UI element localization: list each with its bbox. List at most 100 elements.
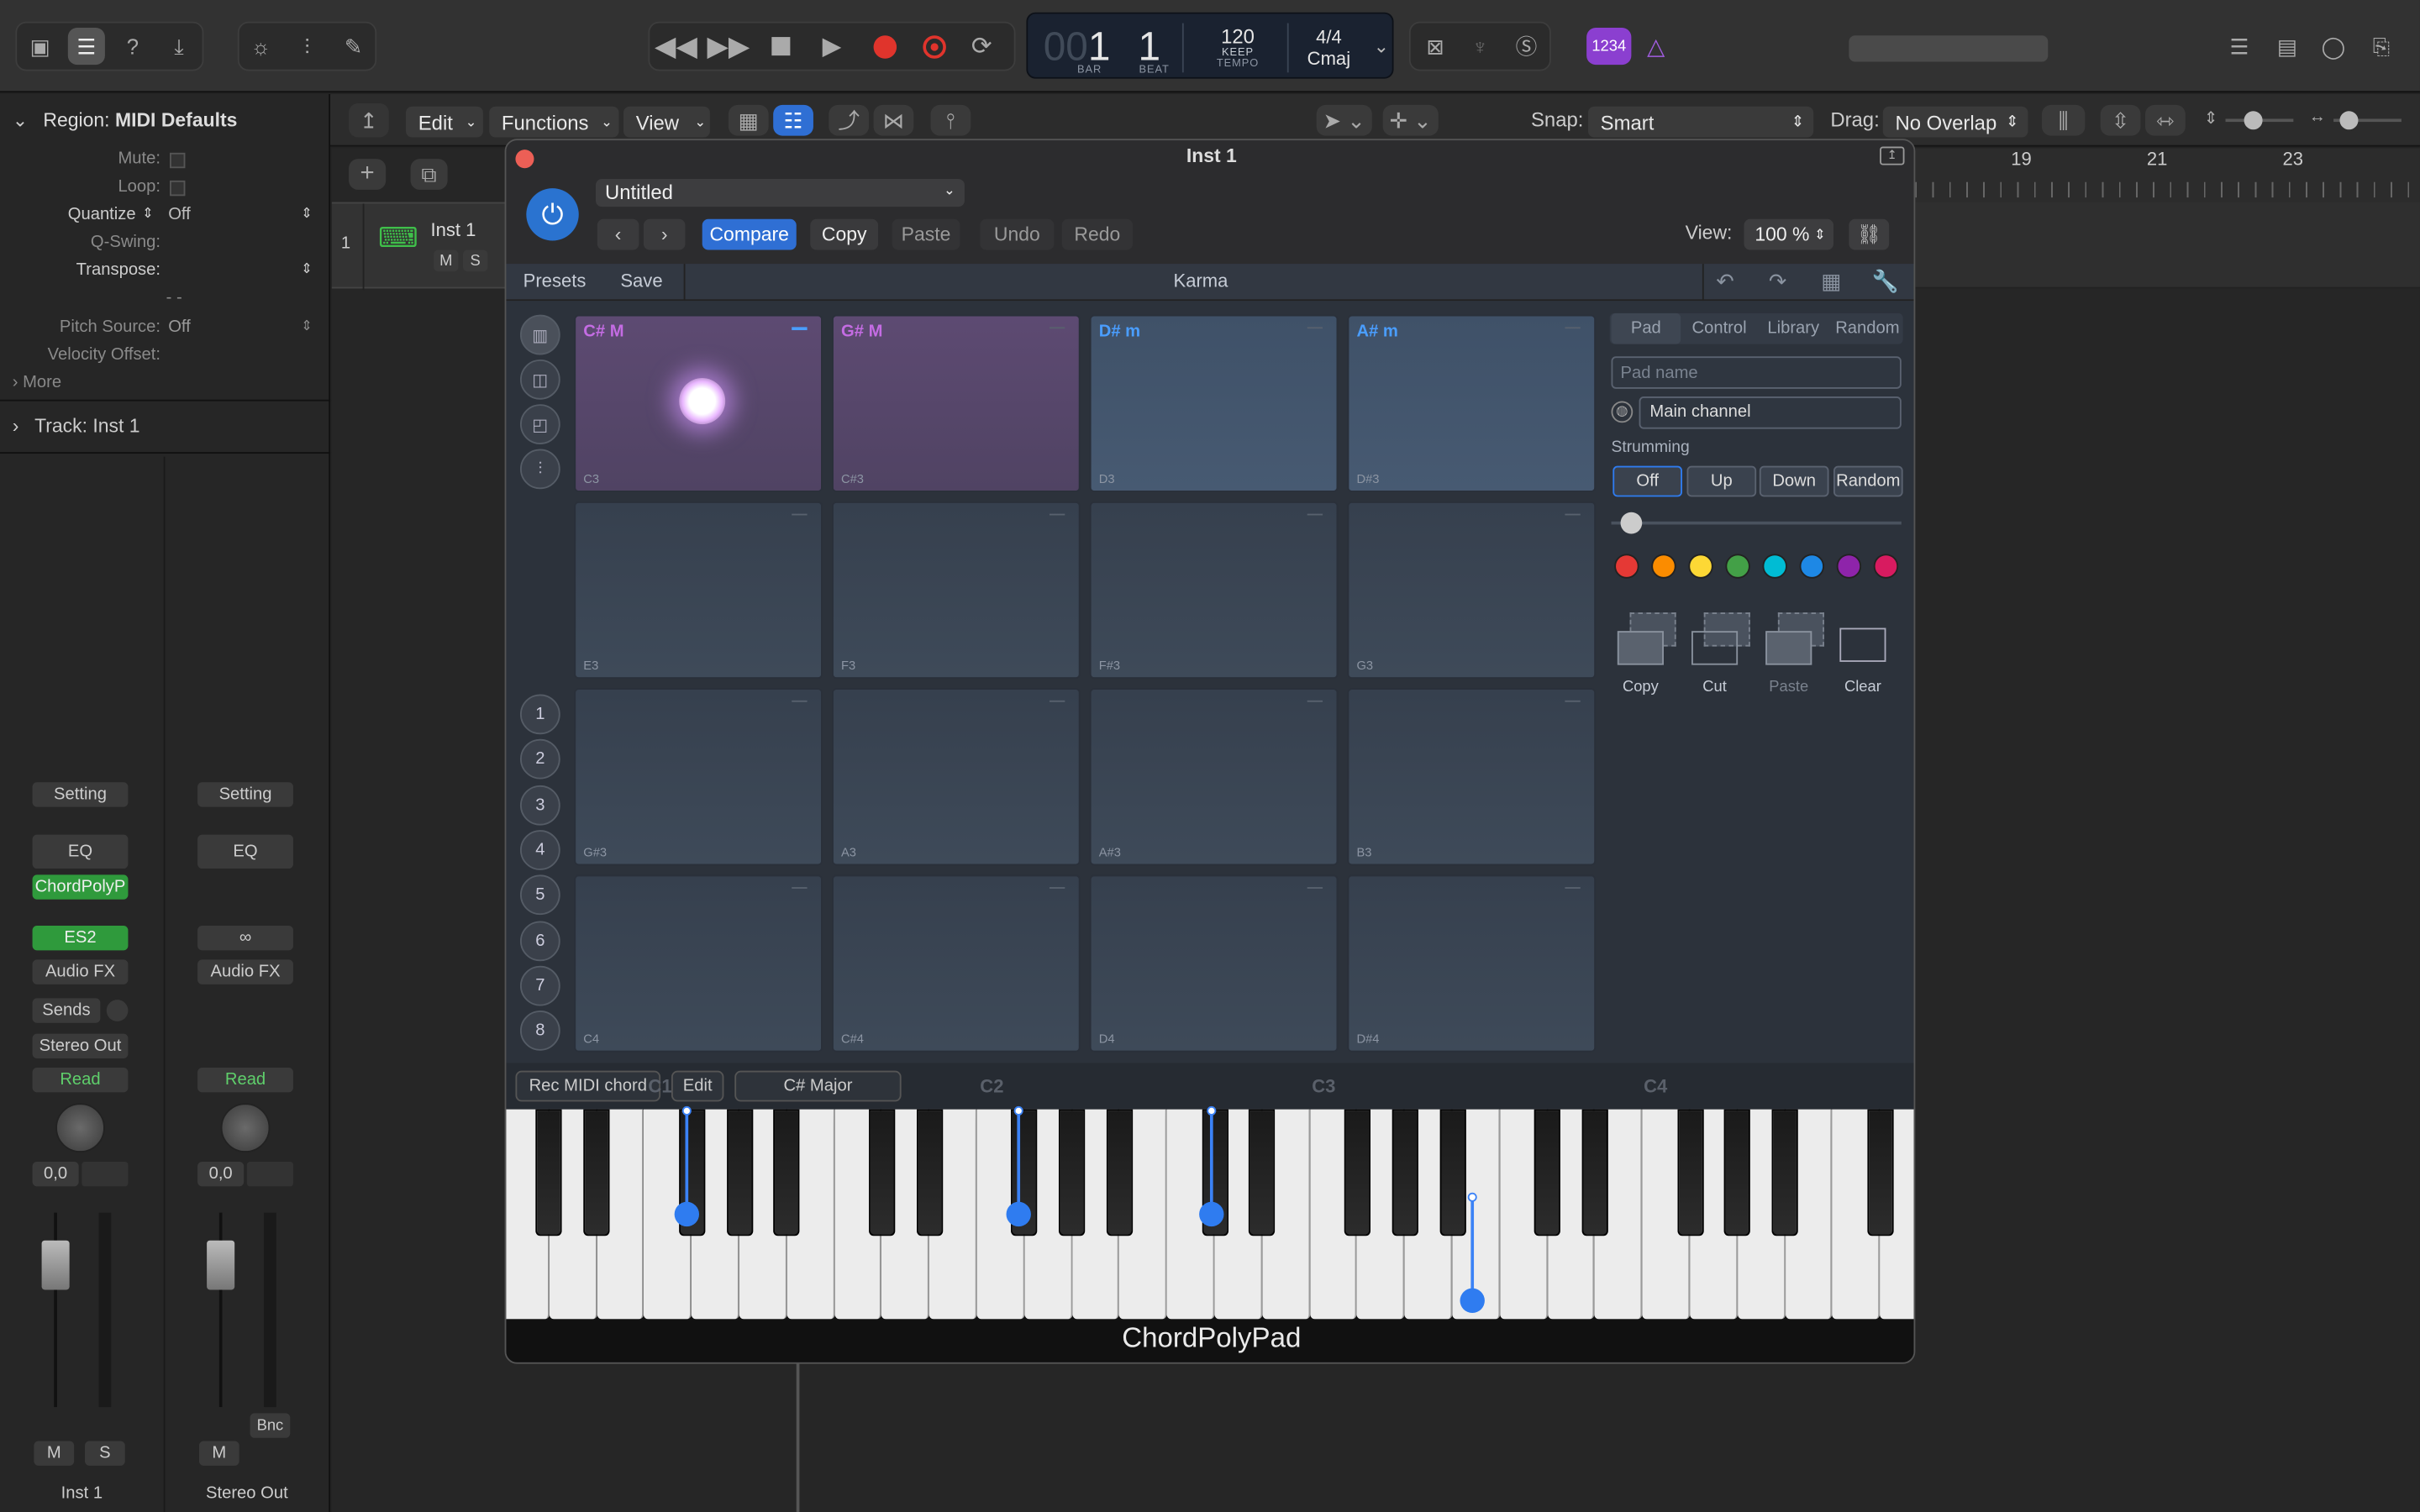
horizontal-zoom-icon[interactable]: ⇿ (2145, 104, 2186, 136)
view-zoom-select[interactable]: 100 % ⇕ (1744, 218, 1833, 250)
chord-note-dot[interactable] (674, 1201, 700, 1227)
color-swatch[interactable] (1762, 554, 1787, 579)
clear-icon[interactable] (1839, 612, 1889, 664)
automation-icon[interactable]: ⤴ (829, 104, 870, 136)
chord-note-dot[interactable] (1006, 1201, 1031, 1227)
tab-random[interactable]: Random (1832, 313, 1902, 344)
compare-button[interactable]: Compare (702, 218, 797, 250)
duplicate-track-icon[interactable]: ⧉ (410, 159, 448, 190)
pad-name-input[interactable]: Pad name (1611, 356, 1902, 389)
fast-forward-icon[interactable]: ▶▶ (707, 28, 750, 65)
chord-note-handle[interactable] (1013, 1105, 1023, 1116)
velocity-row[interactable]: - - (0, 288, 330, 316)
functions-menu[interactable]: Functions ⌄ (489, 106, 619, 138)
flex-icon[interactable]: ⋈ (873, 104, 914, 136)
black-key[interactable] (1771, 1109, 1798, 1236)
cycle-icon[interactable]: ⟳ (963, 28, 1000, 65)
expand-icon[interactable]: ↥ (1880, 146, 1905, 165)
pad[interactable]: D4 (1089, 874, 1339, 1053)
pad[interactable]: E3 (574, 501, 823, 680)
pad[interactable]: C#4 (831, 874, 1081, 1053)
color-swatch[interactable] (1799, 554, 1824, 579)
mute-row[interactable]: Mute: (0, 150, 330, 177)
crosshair-tool-icon[interactable]: ✛ ⌄ (1382, 104, 1439, 136)
color-swatch[interactable] (1873, 554, 1899, 579)
power-icon[interactable]: ⏻ (526, 188, 579, 241)
undo-icon[interactable]: ↶ (1716, 269, 1734, 295)
paste-button[interactable]: Paste (892, 218, 960, 250)
library-icon[interactable]: ▣ (22, 28, 59, 65)
rewind-icon[interactable]: ◀◀ (655, 28, 697, 65)
strum-random-button[interactable]: Random (1833, 465, 1903, 497)
pad[interactable]: G#3 (574, 688, 823, 866)
black-key[interactable] (916, 1109, 943, 1236)
send-knob[interactable] (106, 1000, 129, 1021)
color-swatch[interactable] (1836, 554, 1862, 579)
loop-row[interactable]: Loop: (0, 177, 330, 205)
color-swatch[interactable] (1688, 554, 1713, 579)
sends-slot[interactable]: Sends (32, 998, 101, 1023)
pan-knob[interactable] (55, 1103, 105, 1153)
chat-icon[interactable]: ◯ (2315, 28, 2352, 65)
black-key[interactable] (726, 1109, 753, 1236)
list-editors-icon[interactable]: ☰ (2221, 28, 2258, 65)
eq-button[interactable]: EQ (32, 834, 129, 869)
black-key[interactable] (1344, 1109, 1370, 1236)
tab-pad[interactable]: Pad (1611, 312, 1681, 344)
automation-mode[interactable]: Read (197, 1067, 293, 1093)
link-icon[interactable]: ⛓ (1849, 218, 1890, 250)
mute-button[interactable]: M (34, 1441, 75, 1466)
link-icon[interactable]: ∞ (197, 926, 293, 951)
help-icon[interactable]: ? (114, 28, 151, 65)
pad[interactable]: A#3 (1089, 688, 1339, 866)
track-mute[interactable]: M (434, 249, 459, 272)
pad[interactable]: C4 (574, 874, 823, 1053)
pad[interactable]: A3 (831, 688, 1081, 866)
strum-down-button[interactable]: Down (1759, 465, 1829, 497)
replace-record-icon[interactable] (915, 28, 952, 65)
black-key[interactable] (535, 1109, 563, 1236)
pad[interactable]: D# m D3 (1089, 314, 1339, 492)
black-key[interactable] (1439, 1109, 1465, 1236)
bank-button[interactable]: 3 (519, 785, 560, 825)
channel-select[interactable]: Main channel (1639, 396, 1902, 429)
copy-button[interactable]: Copy (810, 218, 879, 250)
audio-fx-slot[interactable]: Audio FX (32, 959, 129, 984)
instrument-slot[interactable]: ES2 (32, 926, 129, 951)
palette-icon[interactable]: ◍ (1611, 401, 1634, 423)
midi-fx-plugin[interactable]: ChordPolyP (32, 874, 129, 900)
black-key[interactable] (1676, 1109, 1703, 1236)
grid-view-icon[interactable]: ▦ (728, 104, 769, 136)
black-key[interactable] (773, 1109, 800, 1236)
pan-knob[interactable] (220, 1103, 271, 1153)
volume-fader[interactable] (39, 1212, 72, 1408)
pad[interactable]: G3 (1347, 501, 1597, 680)
pad[interactable]: F#3 (1089, 501, 1339, 680)
edit-chord-button[interactable]: Edit (671, 1070, 724, 1102)
mixer-sliders-icon[interactable]: ⫶ (519, 449, 560, 490)
strum-off-button[interactable]: Off (1612, 465, 1683, 497)
horizontal-zoom-slider[interactable]: ↔ (2309, 108, 2405, 133)
grid-icon[interactable]: ▦ (1821, 269, 1841, 295)
bank-button[interactable]: 8 (519, 1011, 560, 1051)
region-disclosure-icon[interactable]: ⌄ (13, 109, 28, 131)
piano-mode-icon[interactable]: ▥ (519, 314, 560, 355)
bank-button[interactable]: 1 (519, 694, 560, 735)
tab-control[interactable]: Control (1684, 313, 1754, 344)
pointer-tool-icon[interactable]: ➤ ⌄ (1316, 104, 1372, 136)
chord-note-handle[interactable] (1207, 1105, 1217, 1116)
chevron-down-icon[interactable]: ⌄ (1374, 35, 1389, 57)
q-swing-row[interactable]: Q-Swing: (0, 233, 330, 260)
split-mode-icon[interactable]: ◫ (519, 359, 560, 400)
volume-fader[interactable] (203, 1212, 237, 1408)
pad[interactable]: A# m D#3 (1347, 314, 1597, 492)
output-slot[interactable]: Stereo Out (32, 1033, 129, 1058)
bank-button[interactable]: 5 (519, 874, 560, 916)
track-lane[interactable] (1915, 202, 2420, 289)
notepad-icon[interactable]: ▤ (2269, 28, 2306, 65)
wrench-icon[interactable]: 🔧 (1872, 269, 1899, 295)
vertical-zoom-icon[interactable]: ⇳ (2100, 104, 2141, 136)
chord-note-dot[interactable] (1199, 1201, 1224, 1227)
black-key[interactable] (1914, 1110, 1915, 1236)
pad[interactable]: C# M C3 (574, 314, 823, 492)
